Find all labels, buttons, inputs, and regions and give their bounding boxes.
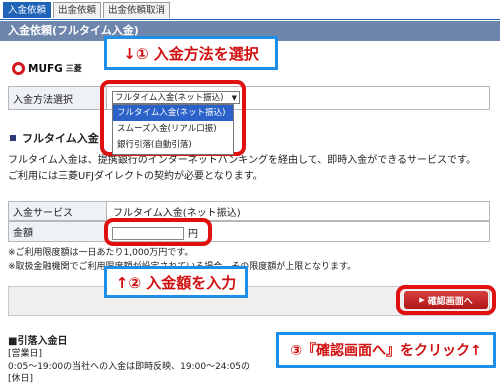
amount-label: 金額 bbox=[9, 222, 107, 241]
tab-withdrawal-cancel[interactable]: 出金依頼取消 bbox=[103, 2, 171, 18]
deposit-method-selected: フルタイム入金(ネット振込) bbox=[115, 93, 224, 103]
deposit-method-label: 入金方法選択 bbox=[9, 87, 107, 109]
mufg-logo-mark-icon bbox=[12, 62, 25, 75]
callout-step2: ↑② 入金額を入力 bbox=[104, 266, 248, 298]
deposit-method-select[interactable]: フルタイム入金(ネット振込) ▼ bbox=[112, 91, 240, 104]
method-option-smooth[interactable]: スムーズ入金(リアル口振) bbox=[113, 121, 233, 137]
square-bullet-icon bbox=[10, 135, 16, 141]
business-day-note: 0:05～19:00の当社への入金は即時反映、19:00～24:05の bbox=[8, 362, 251, 372]
limit-note-1: ※ご利用限度額は一日あたり1,000万円です。 bbox=[8, 248, 194, 258]
callout-step3: ③『確認画面へ』をクリック↑ bbox=[276, 332, 496, 368]
deposit-method-row: 入金方法選択 bbox=[8, 86, 490, 110]
section-title: フルタイム入金 bbox=[10, 130, 99, 146]
deposit-method-dropdown: フルタイム入金(ネット振込) スムーズ入金(リアル口振) 銀行引落(自動引落) bbox=[112, 104, 234, 155]
method-option-fulltime[interactable]: フルタイム入金(ネット振込) bbox=[113, 105, 233, 121]
tab-underline bbox=[0, 19, 500, 20]
deposit-service-row: 入金サービス フルタイム入金(ネット振込) bbox=[8, 201, 490, 221]
tab-withdrawal-request[interactable]: 出金依頼 bbox=[53, 2, 102, 18]
holiday-label: [休日] bbox=[8, 374, 34, 384]
logo-text: MUFG bbox=[28, 62, 63, 75]
section-title-text: フルタイム入金 bbox=[22, 132, 99, 145]
tab-deposit-request[interactable]: 入金依頼 bbox=[3, 2, 52, 18]
logo-subtext: 三菱 bbox=[65, 64, 82, 73]
method-option-bank-debit[interactable]: 銀行引落(自動引落) bbox=[113, 137, 233, 153]
business-day-label: [営業日] bbox=[8, 349, 43, 359]
highlight-amount-input bbox=[104, 218, 212, 246]
amount-row: 金額 bbox=[8, 221, 490, 242]
section-description-line2: ご利用には三菱UFJダイレクトの契約が必要となります。 bbox=[8, 171, 263, 182]
mufg-logo: MUFG 三菱 bbox=[12, 62, 82, 75]
callout-step1: ↓① 入金方法を選択 bbox=[104, 36, 278, 70]
deposit-service-label: 入金サービス bbox=[9, 202, 107, 220]
withdrawal-date-title: ■引落入金日 bbox=[8, 336, 68, 347]
tab-bar: 入金依頼 出金依頼 出金依頼取消 bbox=[3, 2, 171, 19]
highlight-confirm-button bbox=[396, 285, 496, 315]
